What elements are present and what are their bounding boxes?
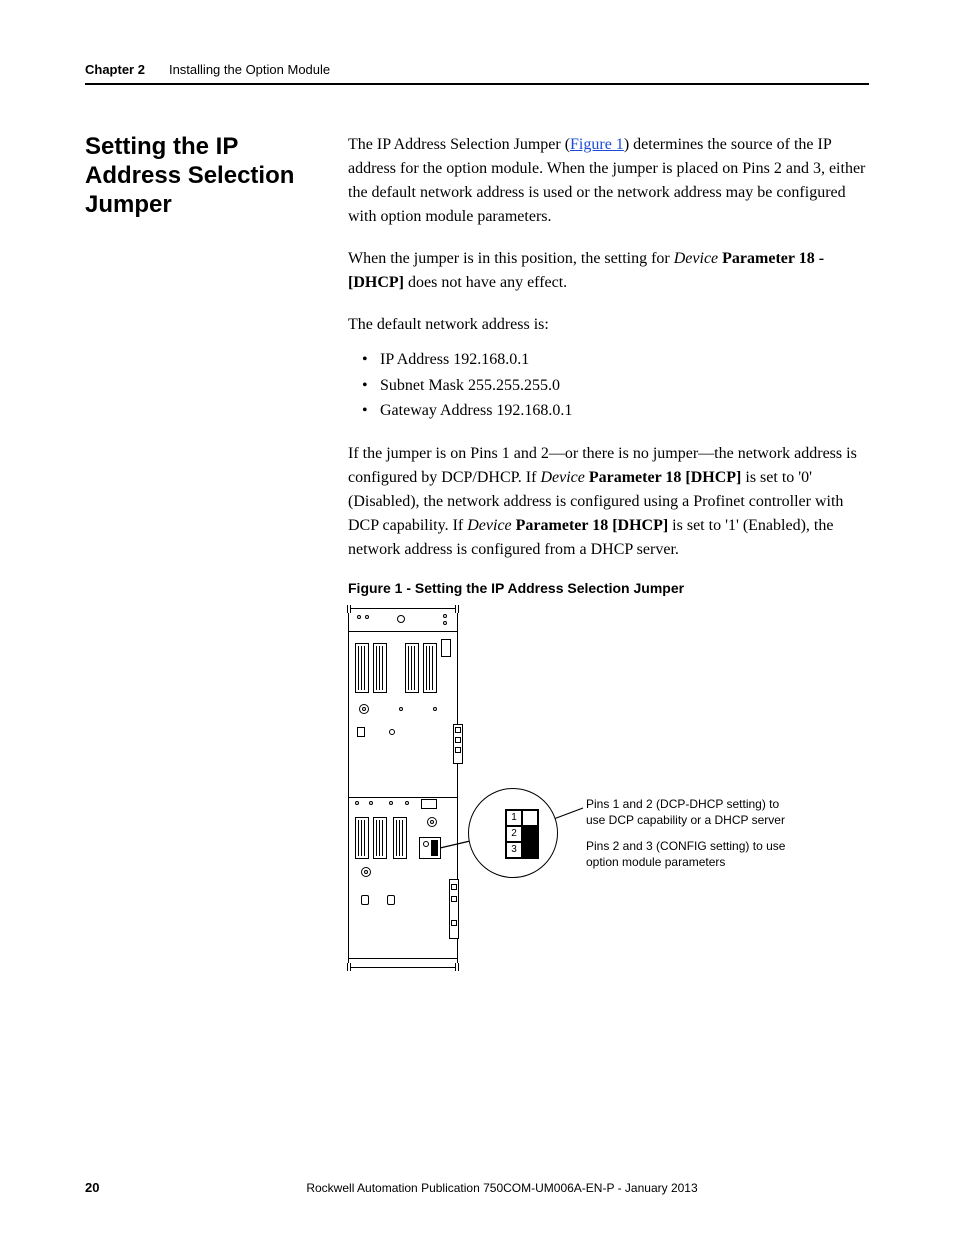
para2-post: does not have any effect. [404,274,567,291]
publication-info: Rockwell Automation Publication 750COM-U… [135,1181,869,1195]
paragraph-4: If the jumper is on Pins 1 and 2—or ther… [348,442,869,562]
jumper-pin-table: 1 2 3 [505,809,539,859]
pin-slot-1 [522,810,538,826]
figure-1: 1 2 3 Pins 1 and 2 (DCP-DHCP setting) to… [348,608,868,988]
pin-slot-2 [522,826,538,842]
para2-italic: Device [674,250,718,267]
callout-text-2: Pins 2 and 3 (CONFIG setting) to use opt… [586,838,796,870]
callout-zoom-circle: 1 2 3 [468,788,558,878]
pin-label-1: 1 [506,810,522,826]
section-heading: Setting the IP Address Selection Jumper [85,133,320,219]
figure-1-link[interactable]: Figure 1 [570,136,624,153]
paragraph-1: The IP Address Selection Jumper (Figure … [348,133,869,229]
figure-caption: Figure 1 - Setting the IP Address Select… [348,580,869,596]
pin-label-2: 2 [506,826,522,842]
para1-pre: The IP Address Selection Jumper ( [348,136,570,153]
pin-label-3: 3 [506,842,522,858]
para2-pre: When the jumper is in this position, the… [348,250,674,267]
default-address-list: IP Address 192.168.0.1 Subnet Mask 255.2… [348,347,869,424]
list-item: Gateway Address 192.168.0.1 [380,398,869,424]
page-number: 20 [85,1180,135,1195]
paragraph-3: The default network address is: [348,313,869,337]
list-item: Subnet Mask 255.255.255.0 [380,373,869,399]
list-item: IP Address 192.168.0.1 [380,347,869,373]
page-header: Chapter 2 Installing the Option Module [85,62,869,77]
pin-slot-3 [522,842,538,858]
header-rule [85,83,869,85]
callout-text-1: Pins 1 and 2 (DCP-DHCP setting) to use D… [586,796,796,828]
header-chapter: Chapter 2 [85,62,145,77]
paragraph-2: When the jumper is in this position, the… [348,247,869,295]
page-footer: 20 Rockwell Automation Publication 750CO… [85,1180,869,1195]
header-title: Installing the Option Module [169,62,330,77]
